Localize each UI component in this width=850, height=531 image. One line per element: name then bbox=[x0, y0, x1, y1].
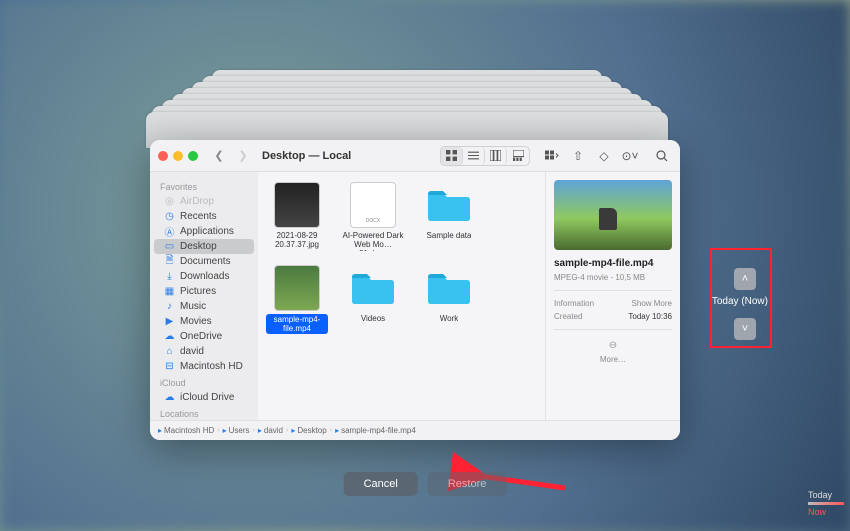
preview-subtitle: MPEG-4 movie - 10,5 MB bbox=[554, 273, 672, 282]
timeline-bar[interactable] bbox=[808, 502, 844, 505]
folder-icon bbox=[426, 265, 472, 311]
info-label: Information bbox=[554, 299, 594, 308]
file-name-label: Videos bbox=[361, 314, 385, 323]
sidebar: Favorites ◎AirDrop ◷Recents ⒶApplication… bbox=[150, 172, 258, 420]
file-item[interactable]: Work bbox=[418, 265, 480, 334]
view-mode-group bbox=[440, 146, 530, 166]
action-button[interactable]: ⊙˅ bbox=[620, 146, 640, 166]
file-item[interactable]: 2021-08-29 20.37.37.jpg bbox=[266, 182, 328, 251]
titlebar: ❮ ❯ Desktop — Local ⇧ ◇ ⊙˅ bbox=[150, 140, 680, 172]
tag-button[interactable]: ◇ bbox=[594, 146, 614, 166]
sidebar-item-onedrive[interactable]: ☁OneDrive bbox=[154, 329, 254, 344]
search-button[interactable] bbox=[652, 146, 672, 166]
file-item[interactable]: Sample data bbox=[418, 182, 480, 251]
icon-view-button[interactable] bbox=[441, 147, 463, 165]
column-view-button[interactable] bbox=[485, 147, 507, 165]
path-crumb[interactable]: ▸ Users bbox=[223, 426, 250, 435]
timeline-scrubber[interactable]: Today Now bbox=[808, 490, 844, 517]
file-item[interactable]: sample-mp4-file.mp4 bbox=[266, 265, 328, 334]
timeline-now-label: Now bbox=[808, 507, 844, 517]
close-icon[interactable] bbox=[158, 151, 168, 161]
path-crumb[interactable]: ▸ david bbox=[258, 426, 283, 435]
file-browser[interactable]: 2021-08-29 20.37.37.jpg AI-Powered Dark W… bbox=[258, 172, 545, 420]
video-icon bbox=[274, 265, 320, 311]
path-separator: › bbox=[217, 427, 219, 434]
list-view-button[interactable] bbox=[463, 147, 485, 165]
sidebar-section-label: Favorites bbox=[150, 178, 258, 194]
cancel-button[interactable]: Cancel bbox=[344, 472, 418, 496]
path-crumb[interactable]: ▸ sample-mp4-file.mp4 bbox=[335, 426, 416, 435]
preview-filename: sample-mp4-file.mp4 bbox=[554, 258, 672, 269]
sidebar-item-documents[interactable]: 🗎Documents bbox=[154, 254, 254, 269]
action-buttons: Cancel Restore bbox=[344, 472, 507, 496]
group-by-button[interactable] bbox=[542, 146, 562, 166]
music-icon: ♪ bbox=[164, 301, 175, 312]
window-title: Desktop — Local bbox=[262, 150, 351, 162]
window-controls bbox=[158, 151, 198, 161]
sidebar-item-home[interactable]: ⌂david bbox=[154, 344, 254, 359]
sidebar-item-desktop[interactable]: ▭Desktop bbox=[154, 239, 254, 254]
file-item[interactable]: Videos bbox=[342, 265, 404, 334]
sidebar-item-recents[interactable]: ◷Recents bbox=[154, 209, 254, 224]
restore-button[interactable]: Restore bbox=[428, 472, 507, 496]
file-name-label: Work bbox=[440, 314, 459, 323]
sidebar-item-downloads[interactable]: ⤓Downloads bbox=[154, 269, 254, 284]
sidebar-item-applications[interactable]: ⒶApplications bbox=[154, 224, 254, 239]
path-crumb[interactable]: ▸ Desktop bbox=[291, 426, 326, 435]
sidebar-item-movies[interactable]: ▶Movies bbox=[154, 314, 254, 329]
sidebar-item-macintosh-hd[interactable]: ⊟Macintosh HD bbox=[154, 359, 254, 374]
pictures-icon: ▦ bbox=[164, 286, 175, 297]
more-label[interactable]: More… bbox=[554, 355, 672, 364]
show-more-link[interactable]: Show More bbox=[632, 299, 672, 308]
file-name-label: Sample data bbox=[427, 231, 472, 240]
preview-thumbnail bbox=[554, 180, 672, 250]
preview-pane: sample-mp4-file.mp4 MPEG-4 movie - 10,5 … bbox=[545, 172, 680, 420]
cloud-icon: ☁ bbox=[164, 331, 175, 342]
file-name-label: 2021-08-29 20.37.37.jpg bbox=[266, 231, 328, 249]
finder-window: ❮ ❯ Desktop — Local ⇧ ◇ ⊙˅ Favorites ◎Ai… bbox=[150, 140, 680, 440]
sidebar-section-label: Locations bbox=[150, 405, 258, 420]
created-label: Created bbox=[554, 312, 582, 321]
sidebar-item-airdrop[interactable]: ◎AirDrop bbox=[154, 194, 254, 209]
maximize-icon[interactable] bbox=[188, 151, 198, 161]
path-separator: › bbox=[253, 427, 255, 434]
more-icon[interactable]: ⊖ bbox=[554, 340, 672, 351]
clock-icon: ◷ bbox=[164, 211, 175, 222]
back-button[interactable]: ❮ bbox=[210, 147, 228, 165]
file-name-label: sample-mp4-file.mp4 bbox=[266, 314, 328, 334]
downloads-icon: ⤓ bbox=[164, 271, 175, 282]
movies-icon: ▶ bbox=[164, 316, 175, 327]
hdd-icon: ⊟ bbox=[164, 361, 175, 372]
forward-button[interactable]: ❯ bbox=[234, 147, 252, 165]
icloud-icon: ☁ bbox=[164, 392, 175, 403]
sidebar-section-label: iCloud bbox=[150, 374, 258, 390]
documents-icon: 🗎 bbox=[164, 256, 175, 267]
annotation-box bbox=[710, 248, 772, 348]
path-bar[interactable]: ▸ Macintosh HD›▸ Users›▸ david›▸ Desktop… bbox=[150, 420, 680, 440]
path-crumb[interactable]: ▸ Macintosh HD bbox=[158, 426, 214, 435]
gallery-view-button[interactable] bbox=[507, 147, 529, 165]
path-separator: › bbox=[330, 427, 332, 434]
doc-icon bbox=[350, 182, 396, 228]
img-icon bbox=[274, 182, 320, 228]
timeline-today-label: Today bbox=[808, 490, 844, 500]
desktop-icon: ▭ bbox=[164, 241, 175, 252]
created-value: Today 10:36 bbox=[628, 312, 672, 321]
file-item[interactable]: AI-Powered Dark Web Mo…21.docx bbox=[342, 182, 404, 251]
path-separator: › bbox=[286, 427, 288, 434]
timemachine-stack bbox=[152, 70, 662, 130]
airdrop-icon: ◎ bbox=[164, 196, 175, 207]
apps-icon: Ⓐ bbox=[164, 226, 175, 237]
file-name-label: AI-Powered Dark Web Mo…21.docx bbox=[342, 231, 404, 251]
share-button[interactable]: ⇧ bbox=[568, 146, 588, 166]
home-icon: ⌂ bbox=[164, 346, 175, 357]
sidebar-item-pictures[interactable]: ▦Pictures bbox=[154, 284, 254, 299]
minimize-icon[interactable] bbox=[173, 151, 183, 161]
folder-icon bbox=[350, 265, 396, 311]
sidebar-item-music[interactable]: ♪Music bbox=[154, 299, 254, 314]
folder-icon bbox=[426, 182, 472, 228]
sidebar-item-icloud-drive[interactable]: ☁iCloud Drive bbox=[154, 390, 254, 405]
